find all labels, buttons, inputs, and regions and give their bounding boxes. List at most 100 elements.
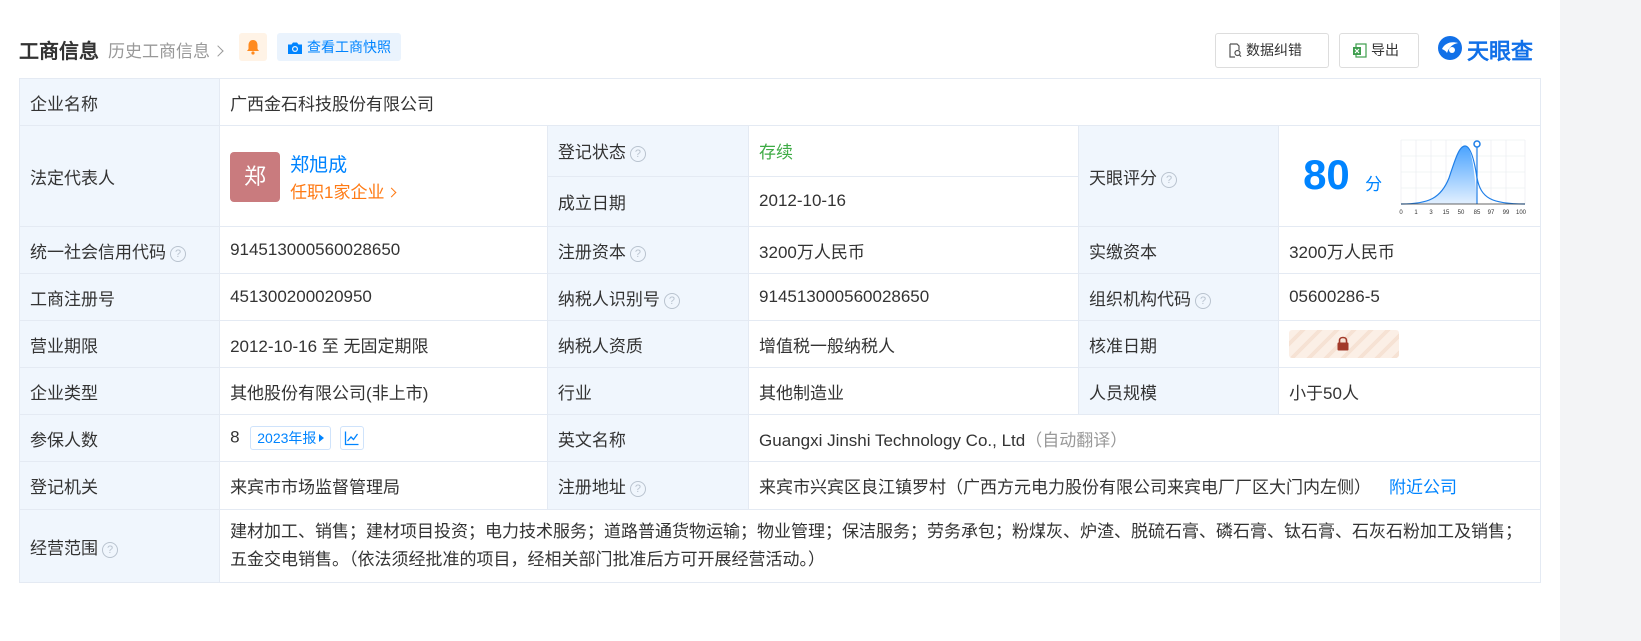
question-circle-icon[interactable]: ? xyxy=(629,146,646,163)
label-biz-term: 营业期限 xyxy=(18,320,221,368)
value-biz-term: 2012-10-16 至 无固定期限 xyxy=(219,320,548,368)
value-insured-cell: 8 2023年报 xyxy=(219,414,548,462)
question-circle-icon[interactable]: ? xyxy=(102,541,118,558)
score-marker-dot xyxy=(1473,140,1481,148)
status-badge: 存续 xyxy=(759,143,794,163)
label-insured: 参保人数 xyxy=(18,414,221,462)
axis-tick: 3 xyxy=(1429,210,1433,216)
question-circle-icon[interactable]: ? xyxy=(1195,292,1211,309)
axis-tick: 97 xyxy=(1488,210,1495,216)
axis-tick: 15 xyxy=(1443,210,1450,216)
label-credit-code: 统一社会信用代码? xyxy=(18,226,221,274)
score-distribution-chart: 0 1 3 15 50 85 97 99 100 xyxy=(1399,139,1527,216)
value-reg-status: 存续 xyxy=(748,125,1079,177)
label-industry: 行业 xyxy=(546,367,750,415)
value-reg-authority: 来宾市市场监督管理局 xyxy=(219,461,548,510)
label-reg-status: 登记状态? xyxy=(546,125,750,177)
label-approval-date: 核准日期 xyxy=(1077,320,1280,368)
section-title: 工商信息 xyxy=(19,41,99,63)
legal-rep-roles-label: 任职1家企业 xyxy=(290,183,385,202)
legal-rep-roles-link[interactable]: 任职1家企业 xyxy=(290,178,396,203)
label-score: 天眼评分? xyxy=(1077,125,1280,227)
row-company-name: 企业名称 广西金石科技股份有限公司 xyxy=(18,78,1541,126)
label-company-type: 企业类型 xyxy=(18,367,221,415)
logo-text: 天眼查 xyxy=(1467,39,1534,64)
label-org-code: 组织机构代码? xyxy=(1077,273,1280,321)
nearby-companies-link[interactable]: 附近公司 xyxy=(1389,478,1457,497)
history-link-label: 历史工商信息 xyxy=(108,42,210,61)
value-english-name-cell: Guangxi Jinshi Technology Co., Ltd（自动翻译） xyxy=(748,414,1541,462)
export-button[interactable]: 导出 xyxy=(1339,33,1419,68)
label-paid-capital: 实缴资本 xyxy=(1077,226,1280,274)
annual-report-label: 2023年报 xyxy=(257,430,317,446)
axis-tick: 0 xyxy=(1399,210,1403,216)
data-correction-button[interactable]: 数据纠错 xyxy=(1215,33,1329,68)
label-reg-address-text: 注册地址 xyxy=(557,478,626,497)
value-staff-size: 小于50人 xyxy=(1278,367,1541,415)
value-approval-date xyxy=(1278,320,1541,368)
document-search-icon xyxy=(1229,43,1242,58)
value-reg-address: 来宾市兴宾区良江镇罗村（广西方元电力股份有限公司来宾电厂厂区大门内左侧） xyxy=(759,478,1372,497)
row-legal-rep: 法定代表人 郑 郑旭成 任职1家企业 登记状态? 存续 天眼评分? 80 分 0… xyxy=(18,125,1541,227)
section-header: 工商信息 历史工商信息 查看工商快照 数据纠错 导出 天眼查 xyxy=(19,30,1541,70)
monitor-bell-button[interactable] xyxy=(239,33,267,61)
trend-button[interactable] xyxy=(340,426,365,450)
label-credit-code-text: 统一社会信用代码 xyxy=(30,242,166,262)
row-company-type: 企业类型 其他股份有限公司(非上市) 行业 其他制造业 人员规模 小于50人 xyxy=(18,367,1541,415)
label-founded: 成立日期 xyxy=(546,175,750,227)
label-company-name: 企业名称 xyxy=(18,78,221,126)
value-taxpayer-id: 914513000560028650 xyxy=(748,273,1079,321)
locked-value[interactable] xyxy=(1289,330,1400,358)
page: 工商信息 历史工商信息 查看工商快照 数据纠错 导出 天眼查 企业名称 广西金石… xyxy=(0,0,1560,641)
lock-icon xyxy=(1337,336,1349,351)
axis-tick: 85 xyxy=(1474,210,1481,216)
value-biz-reg-no: 451300200020950 xyxy=(219,273,548,321)
line-chart-icon xyxy=(345,431,359,446)
value-reg-address-cell: 来宾市兴宾区良江镇罗村（广西方元电力股份有限公司来宾电厂厂区大门内左侧） 附近公司 xyxy=(748,461,1541,510)
label-reg-status-text: 登记状态 xyxy=(557,143,626,163)
label-reg-address: 注册地址? xyxy=(546,461,750,510)
value-company-type: 其他股份有限公司(非上市) xyxy=(219,367,548,415)
value-founded: 2012-10-16 xyxy=(748,175,1079,227)
snapshot-button[interactable]: 查看工商快照 xyxy=(277,33,401,61)
axis-tick: 99 xyxy=(1503,210,1510,216)
avatar[interactable]: 郑 xyxy=(230,152,281,202)
label-staff-size: 人员规模 xyxy=(1077,367,1280,415)
label-taxpayer-qual: 纳税人资质 xyxy=(546,320,750,368)
question-circle-icon[interactable]: ? xyxy=(170,245,186,262)
question-circle-icon[interactable]: ? xyxy=(1161,171,1177,188)
label-reg-capital: 注册资本? xyxy=(546,226,750,274)
value-paid-capital: 3200万人民币 xyxy=(1278,226,1541,274)
value-reg-capital: 3200万人民币 xyxy=(748,226,1079,274)
label-score-text: 天眼评分 xyxy=(1089,168,1157,188)
score-cell[interactable]: 80 分 0 1 3 15 50 85 97 99 100 xyxy=(1278,125,1541,227)
annual-report-button[interactable]: 2023年报 xyxy=(250,426,332,450)
export-label: 导出 xyxy=(1371,42,1399,58)
label-english-name: 英文名称 xyxy=(546,414,750,462)
row-biz-term: 营业期限 2012-10-16 至 无固定期限 纳税人资质 增值税一般纳税人 核… xyxy=(18,320,1541,368)
label-biz-reg-no: 工商注册号 xyxy=(18,273,221,321)
history-link[interactable]: 历史工商信息 xyxy=(108,37,224,62)
question-circle-icon[interactable]: ? xyxy=(629,245,646,262)
legal-rep-name-link[interactable]: 郑旭成 xyxy=(290,150,347,177)
question-circle-icon[interactable]: ? xyxy=(663,292,680,309)
row-biz-reg-no: 工商注册号 451300200020950 纳税人识别号? 9145130005… xyxy=(18,273,1541,321)
value-company-name: 广西金石科技股份有限公司 xyxy=(219,78,1541,126)
row-credit-code: 统一社会信用代码? 914513000560028650 注册资本? 3200万… xyxy=(18,226,1541,274)
label-legal-rep: 法定代表人 xyxy=(18,125,221,227)
tianyancha-logo: 天眼查 xyxy=(1437,33,1541,64)
value-english-name: Guangxi Jinshi Technology Co., Ltd xyxy=(759,430,1026,450)
value-credit-code: 914513000560028650 xyxy=(219,226,548,274)
axis-tick: 100 xyxy=(1516,210,1527,216)
value-biz-scope: 建材加工、销售；建材项目投资；电力技术服务；道路普通货物运输；物业管理；保洁服务… xyxy=(219,509,1541,583)
chevron-right-icon xyxy=(212,45,224,57)
label-biz-scope-text: 经营范围 xyxy=(30,538,98,558)
auto-translate-note: （自动翻译） xyxy=(1025,430,1128,450)
question-circle-icon[interactable]: ? xyxy=(629,481,646,497)
chevron-right-icon xyxy=(386,187,396,198)
label-org-code-text: 组织机构代码 xyxy=(1089,289,1191,309)
legal-rep-cell: 郑 郑旭成 任职1家企业 xyxy=(219,125,548,227)
snapshot-label: 查看工商快照 xyxy=(307,39,391,55)
page-side-gutter xyxy=(1560,0,1641,641)
value-insured: 8 xyxy=(230,427,240,447)
